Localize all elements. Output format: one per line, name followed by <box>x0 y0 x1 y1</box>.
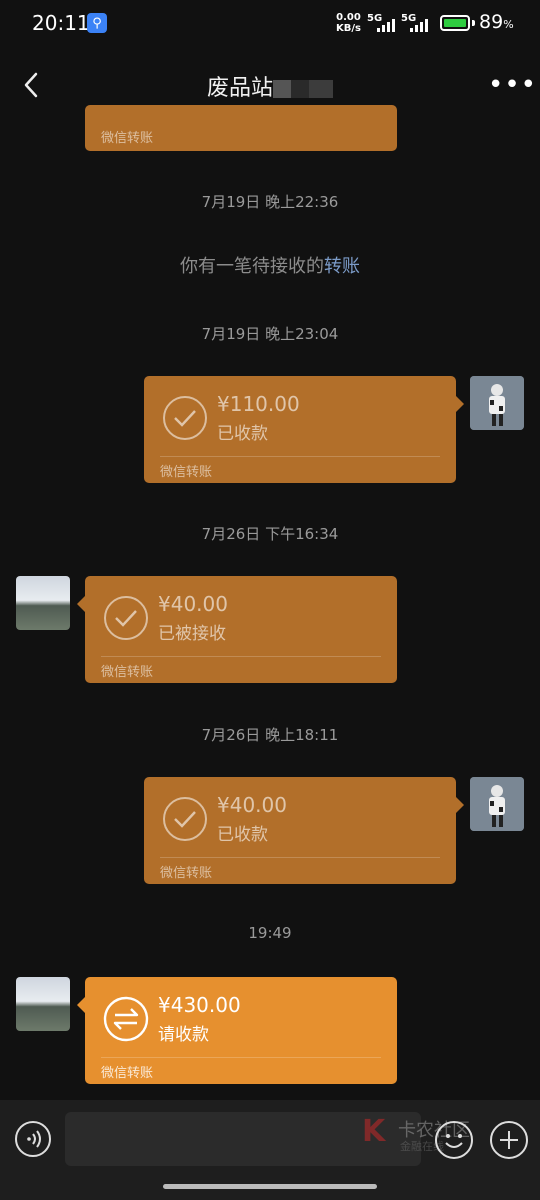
avatar-self[interactable] <box>470 376 524 430</box>
net-speed-value: 0.00 <box>336 12 361 23</box>
divider <box>101 656 381 657</box>
transfer-card[interactable]: ¥40.00 已被接收 微信转账 <box>77 576 397 683</box>
divider <box>160 456 440 457</box>
card-footer: 微信转账 <box>101 665 154 680</box>
status-bar: 20:11 ⚲ 0.00 KB/s 5G 5G 89% <box>0 0 540 48</box>
card-footer: 微信转账 <box>160 465 213 480</box>
transfer-amount: ¥430.00 <box>158 993 241 1017</box>
bubble-tail <box>456 396 464 412</box>
emoji-icon[interactable] <box>434 1120 474 1160</box>
timestamp: 7月19日 晚上23:04 <box>201 325 339 343</box>
timestamp: 7月19日 晚上22:36 <box>201 193 339 211</box>
more-icon[interactable]: ••• <box>488 72 537 98</box>
transfer-card[interactable]: ¥40.00 已收款 微信转账 <box>144 777 464 884</box>
check-circle-icon <box>104 596 148 640</box>
timestamp: 7月26日 下午16:34 <box>201 525 339 543</box>
battery-tip <box>472 20 475 26</box>
avatar-contact[interactable] <box>16 576 70 630</box>
transfer-state: 已收款 <box>217 424 268 444</box>
check-circle-icon <box>163 797 207 841</box>
voice-icon[interactable] <box>14 1120 52 1158</box>
transfer-amount: ¥40.00 <box>158 592 228 616</box>
signal-icon <box>377 16 395 32</box>
plus-icon[interactable] <box>489 1120 529 1160</box>
usb-icon: ⚲ <box>87 13 107 33</box>
bubble-tail <box>77 596 85 612</box>
card-footer: 微信转账 <box>160 866 213 881</box>
transfer-amount: ¥110.00 <box>217 392 300 416</box>
battery-percent: 89% <box>479 11 514 33</box>
divider <box>160 857 440 858</box>
divider <box>101 1057 381 1058</box>
transfer-card-partial[interactable]: 微信转账 <box>85 105 397 151</box>
transfer-state: 请收款 <box>158 1025 209 1045</box>
bubble-tail <box>456 797 464 813</box>
avatar-contact[interactable] <box>16 977 70 1031</box>
transfer-card-pending[interactable]: ¥430.00 请收款 微信转账 <box>77 977 397 1084</box>
watermark-k-icon: K <box>362 1114 386 1149</box>
bubble-tail <box>77 997 85 1013</box>
check-circle-icon <box>163 396 207 440</box>
transfer-amount: ¥40.00 <box>217 793 287 817</box>
status-time: 20:11 <box>32 11 90 35</box>
transfer-card[interactable]: ¥110.00 已收款 微信转账 <box>144 376 464 483</box>
chat-title: 废品站 <box>0 70 540 102</box>
transfer-link[interactable]: 转账 <box>324 256 360 277</box>
timestamp: 7月26日 晚上18:11 <box>201 726 339 744</box>
net-speed: 0.00 KB/s <box>336 12 361 34</box>
timestamp: 19:49 <box>248 924 292 942</box>
avatar-self[interactable] <box>470 777 524 831</box>
transfer-state: 已被接收 <box>158 624 226 644</box>
card-footer: 微信转账 <box>101 1066 154 1081</box>
card-footer: 微信转账 <box>101 131 154 146</box>
system-message: 你有一笔待接收的转账 <box>180 256 360 277</box>
signal-icon-2 <box>410 16 428 32</box>
redacted-name <box>273 80 333 98</box>
net-speed-unit: KB/s <box>336 23 361 34</box>
battery-icon <box>440 15 470 31</box>
transfer-state: 已收款 <box>217 825 268 845</box>
home-indicator[interactable] <box>163 1184 377 1189</box>
transfer-arrows-icon <box>103 996 149 1042</box>
